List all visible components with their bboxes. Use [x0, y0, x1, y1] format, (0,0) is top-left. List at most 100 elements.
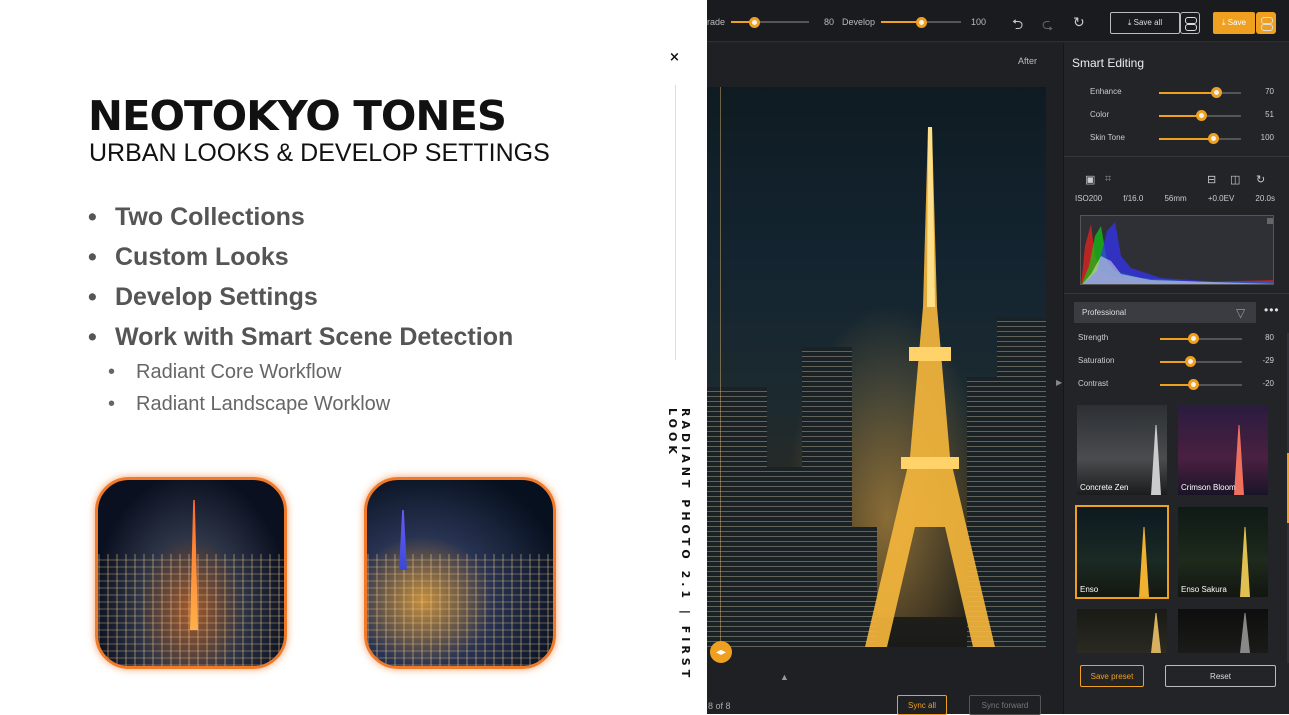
sub-bullet-item: Radiant Core Workflow: [108, 358, 390, 390]
slider-fill: [1159, 115, 1201, 117]
grade-label: rade: [707, 17, 726, 27]
slider-knob[interactable]: [1195, 110, 1207, 121]
look-enso[interactable]: Enso: [1075, 505, 1169, 599]
grade-slider-knob[interactable]: [748, 17, 760, 28]
develop-slider-fill: [881, 21, 921, 23]
crop-icon[interactable]: ⌗: [1105, 173, 1111, 186]
skin-tone-slider-row[interactable]: Skin Tone 100: [1064, 130, 1284, 148]
develop-slider[interactable]: [881, 17, 961, 28]
after-label: After: [1018, 56, 1038, 66]
compare-split-handle[interactable]: ◂▸: [710, 641, 732, 663]
look-crimson-bloom[interactable]: Crimson Bloom: [1178, 405, 1268, 495]
bullet-item: Work with Smart Scene Detection: [88, 320, 513, 360]
slide-title: NEOTOKYO TONES: [88, 92, 507, 140]
bullet-item: Two Collections: [88, 200, 513, 240]
slider-value: 80: [1265, 333, 1274, 342]
develop-value: 100: [971, 17, 987, 27]
save-preset-button[interactable]: Save preset: [1080, 665, 1144, 687]
strength-slider[interactable]: [1160, 333, 1242, 344]
shutter-value: 20.0s: [1255, 194, 1275, 203]
bullet-list: Two Collections Custom Looks Develop Set…: [88, 200, 513, 360]
enhance-slider[interactable]: [1159, 87, 1241, 98]
slider-label: Enhance: [1090, 87, 1122, 96]
enhance-slider-row[interactable]: Enhance 70: [1064, 84, 1284, 102]
aperture-value: f/16.0: [1123, 194, 1144, 203]
straighten-icon[interactable]: ⊟: [1207, 173, 1216, 186]
filter-icon[interactable]: ▽: [1236, 306, 1245, 320]
more-options-icon[interactable]: •••: [1264, 303, 1280, 317]
look-enso-sakura[interactable]: Enso Sakura: [1178, 507, 1268, 597]
develop-label: Develop: [842, 17, 876, 27]
histogram: [1080, 215, 1274, 285]
grade-slider[interactable]: [731, 17, 809, 28]
divider: [1064, 293, 1289, 294]
slide-panel: NEOTOKYO TONES URBAN LOOKS & DEVELOP SET…: [0, 0, 707, 714]
close-icon[interactable]: ×: [669, 50, 680, 65]
save-options-toggle[interactable]: [1256, 12, 1276, 34]
save-all-options-toggle[interactable]: [1180, 12, 1200, 34]
look-thumbnail[interactable]: [1178, 609, 1268, 653]
saturation-slider-row[interactable]: Saturation -29: [1064, 353, 1284, 371]
radiant-photo-app: rade 80 Develop 100 ⮌ ⮎ ↻ ⤓ Save all ⤓ S…: [707, 0, 1289, 715]
undo-icon[interactable]: ⮌: [1012, 14, 1023, 38]
top-toolbar: rade 80 Develop 100 ⮌ ⮎ ↻ ⤓ Save all ⤓ S…: [707, 0, 1289, 42]
slider-label: Strength: [1078, 333, 1109, 342]
right-panel: Smart Editing Enhance 70 Color 51 Skin T…: [1056, 43, 1289, 714]
compare-split-line[interactable]: [720, 87, 721, 647]
exposure-value: +0.0EV: [1207, 194, 1235, 203]
image-canvas: After ◂▸ ▲ 8 of 8 Sync all Sync forward: [707, 43, 1063, 715]
reset-button[interactable]: Reset: [1165, 665, 1276, 687]
filmstrip-toggle-icon[interactable]: ▲: [780, 672, 789, 682]
contrast-slider[interactable]: [1160, 379, 1242, 390]
save-button[interactable]: ⤓ Save: [1213, 12, 1255, 34]
develop-slider-knob[interactable]: [916, 17, 927, 28]
redo-icon[interactable]: ⮎: [1042, 14, 1053, 38]
slider-value: 100: [1260, 133, 1274, 142]
slider-knob[interactable]: [1208, 133, 1220, 144]
preset-collection-select[interactable]: Professional: [1074, 302, 1256, 323]
smart-editing-title: Smart Editing: [1072, 56, 1145, 70]
vertical-caption: RADIANT PHOTO 2.1 | FIRST LOOK: [666, 408, 692, 682]
slider-label: Saturation: [1078, 356, 1115, 365]
page-counter: 8 of 8: [708, 701, 731, 711]
grade-value: 80: [824, 17, 835, 27]
slider-knob[interactable]: [1184, 356, 1196, 367]
sync-all-button[interactable]: Sync all: [897, 695, 947, 715]
exif-info: ISO200 f/16.0 56mm +0.0EV 20.0s: [1075, 194, 1275, 203]
look-concrete-zen[interactable]: Concrete Zen: [1077, 405, 1167, 495]
strength-slider-row[interactable]: Strength 80: [1064, 330, 1284, 348]
color-slider-row[interactable]: Color 51: [1064, 107, 1284, 125]
focal-length-value: 56mm: [1164, 194, 1187, 203]
color-slider[interactable]: [1159, 110, 1241, 121]
slider-knob[interactable]: [1187, 333, 1199, 344]
image-icon[interactable]: ▣: [1085, 173, 1095, 186]
iso-value: ISO200: [1075, 194, 1103, 203]
slider-fill: [1159, 92, 1217, 94]
slider-knob[interactable]: [1211, 87, 1223, 98]
tokyo-tower: [865, 127, 995, 647]
expand-panel-icon[interactable]: ▶: [1056, 378, 1062, 387]
rotate-icon[interactable]: ↻: [1256, 173, 1265, 186]
contrast-slider-row[interactable]: Contrast -20: [1064, 376, 1284, 394]
slider-value: -29: [1262, 356, 1274, 365]
slider-value: -20: [1262, 379, 1274, 388]
flip-icon[interactable]: ◫: [1230, 173, 1240, 186]
bullet-item: Develop Settings: [88, 280, 513, 320]
slider-fill: [1159, 138, 1214, 140]
saturation-slider[interactable]: [1160, 356, 1242, 367]
skin-tone-slider[interactable]: [1159, 133, 1241, 144]
slider-label: Skin Tone: [1090, 133, 1125, 142]
tokyo-tower-photo: [707, 87, 1046, 647]
divider: [675, 85, 676, 360]
slider-label: Contrast: [1078, 379, 1109, 388]
bullet-item: Custom Looks: [88, 240, 513, 280]
sub-bullet-item: Radiant Landscape Worklow: [108, 390, 390, 422]
sync-forward-button[interactable]: Sync forward: [969, 695, 1041, 715]
slider-knob[interactable]: [1187, 379, 1199, 390]
look-thumbnail[interactable]: [1077, 609, 1167, 653]
slider-value: 70: [1265, 87, 1274, 96]
tokyo-thumbnail-1: [95, 477, 287, 669]
save-all-button[interactable]: ⤓ Save all: [1110, 12, 1180, 34]
reset-icon[interactable]: ↻: [1073, 14, 1085, 31]
sub-bullet-list: Radiant Core Workflow Radiant Landscape …: [108, 358, 390, 422]
